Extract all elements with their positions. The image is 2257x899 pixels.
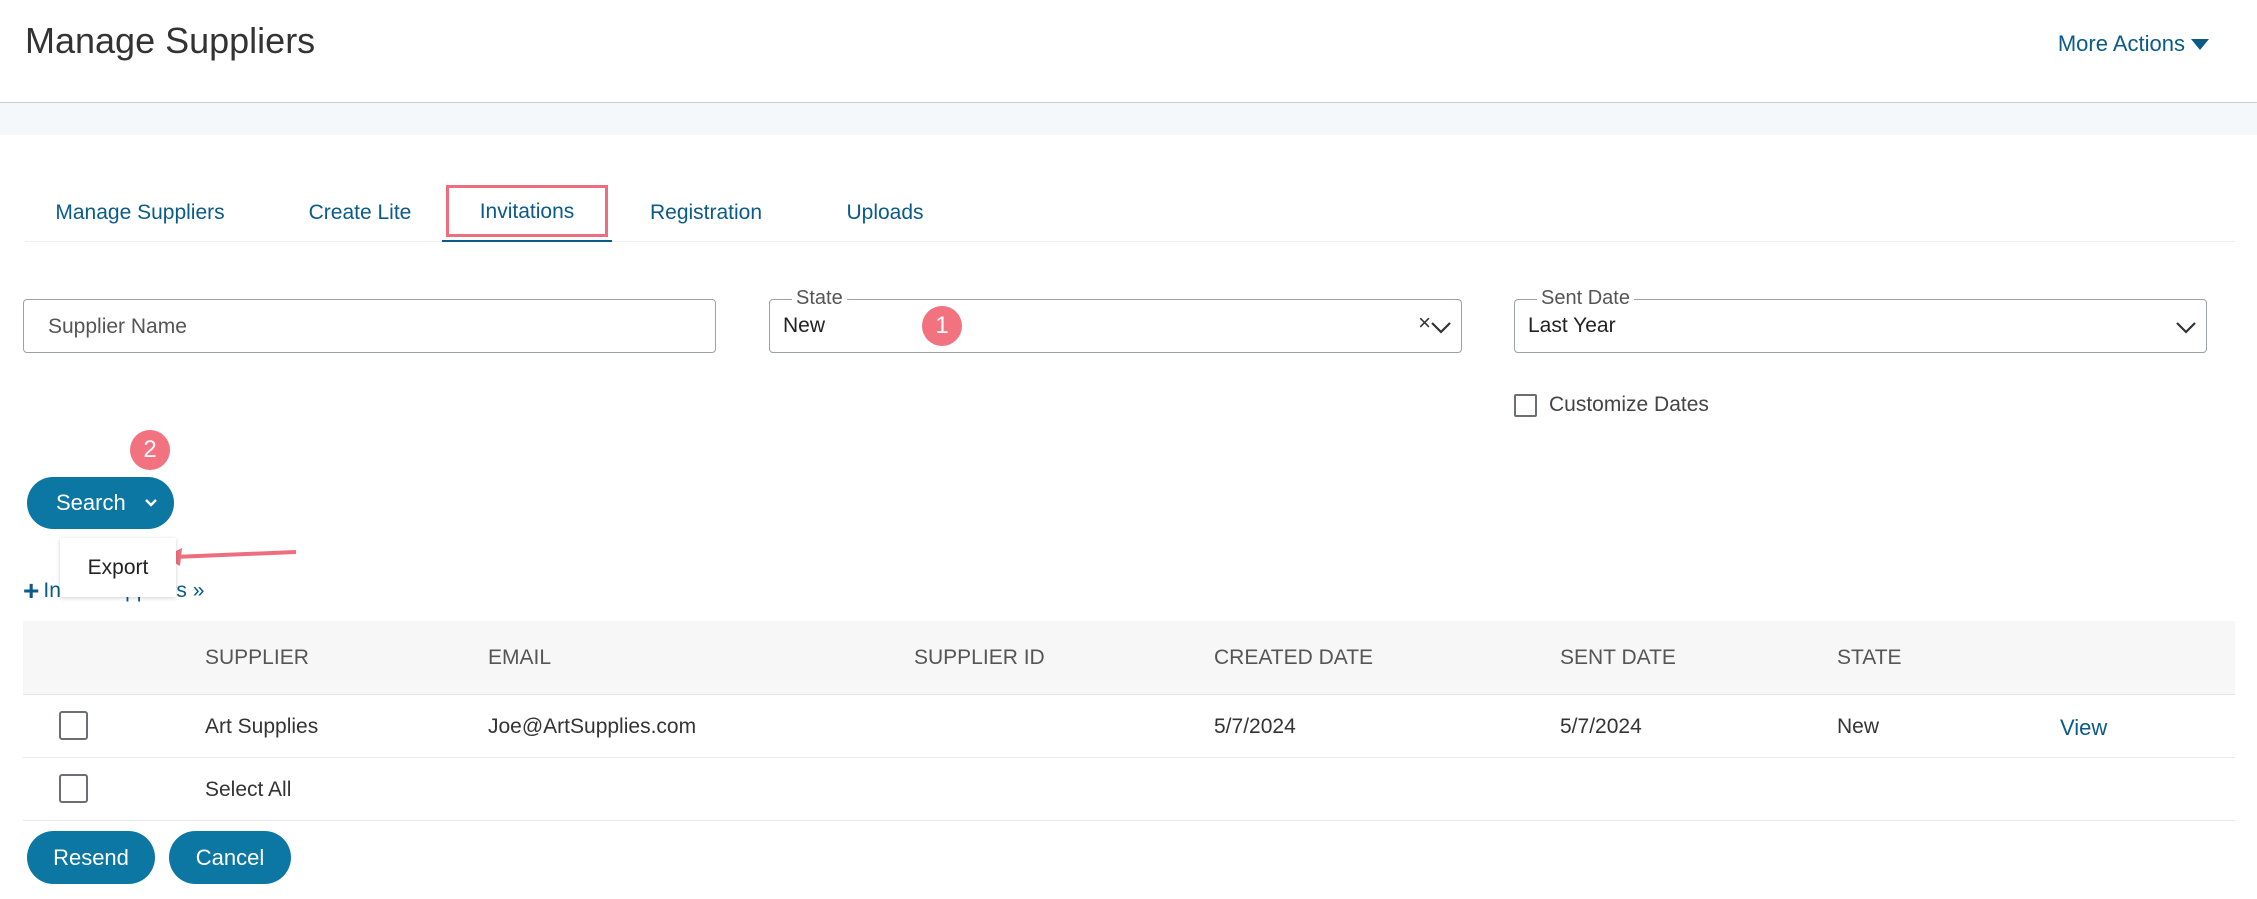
search-dropdown-toggle[interactable] [133,477,169,529]
page-title: Manage Suppliers [25,20,316,61]
customize-dates-checkbox[interactable] [1514,393,1537,417]
tab-label: Create Lite [308,200,412,224]
tab-manage-suppliers[interactable]: Manage Suppliers [45,183,235,242]
cancel-button[interactable]: Cancel [169,831,291,884]
row-checkbox[interactable] [59,711,88,740]
cell-created-date: 5/7/2024 [1214,715,1296,738]
cell-state: New [1837,715,1880,738]
plus-icon: + [23,575,40,606]
customize-dates-label: Customize Dates [1549,393,1709,416]
column-header-created-date: CREATED DATE [1214,646,1374,669]
cell-email: Joe@ArtSupplies.com [488,715,697,738]
select-all-row: Select All [23,758,2235,821]
tab-registration[interactable]: Registration [636,183,776,242]
resend-button[interactable]: Resend [27,831,155,884]
state-label: State [792,287,847,310]
tab-bar: Manage Suppliers Create Lite Invitations… [25,183,2235,242]
cell-sent-date: 5/7/2024 [1560,715,1642,738]
cell-supplier: Art Supplies [205,715,319,738]
tab-create-lite[interactable]: Create Lite [295,183,425,242]
sent-date-value: Last Year [1528,314,1616,337]
column-header-supplier-id: SUPPLIER ID [914,646,1045,669]
column-header-state: STATE [1837,646,1902,669]
step-badge-1: 1 [922,306,962,346]
pointer-arrow-icon [164,548,297,566]
search-split-button: Search [27,477,174,529]
step-badge-2: 2 [130,430,170,470]
supplier-name-placeholder: Supplier Name [48,315,187,338]
caret-down-icon [2191,38,2209,50]
tab-label: Manage Suppliers [55,200,225,224]
search-button[interactable]: Search [27,490,133,516]
tab-label: Registration [649,200,763,224]
column-header-sent-date: SENT DATE [1560,646,1676,669]
column-header-supplier: SUPPLIER [205,646,309,669]
tab-label: Invitations [479,199,575,223]
more-actions-menu[interactable]: More Actions [2058,31,2209,57]
tab-uploads[interactable]: Uploads [830,183,940,242]
table-row: Art Supplies Joe@ArtSupplies.com 5/7/202… [23,695,2235,758]
chevron-down-icon[interactable] [1428,314,1454,340]
table-header: SUPPLIER EMAIL SUPPLIER ID CREATED DATE … [23,621,2235,695]
column-header-email: EMAIL [488,646,552,669]
select-all-label: Select All [205,778,292,801]
header-band [0,104,2257,135]
tab-label: Uploads [846,200,924,224]
export-menu-item[interactable]: Export [60,538,176,597]
state-select[interactable]: State New × [769,287,1462,353]
sent-date-select[interactable]: Sent Date Last Year [1514,287,2207,353]
sent-date-label: Sent Date [1537,287,1634,310]
more-actions-label: More Actions [2057,31,2185,56]
tab-invitations[interactable]: Invitations [442,183,612,242]
supplier-name-input[interactable]: Supplier Name [23,299,716,353]
view-link[interactable]: View [2060,715,2107,741]
customize-dates-row: Customize Dates [1514,393,1709,417]
state-value: New [783,314,826,337]
chevron-down-icon[interactable] [2173,314,2199,340]
select-all-checkbox[interactable] [59,774,88,803]
chevron-down-icon [145,499,157,507]
page-header: Manage Suppliers More Actions [0,0,2257,103]
invitations-table: SUPPLIER EMAIL SUPPLIER ID CREATED DATE … [23,621,2235,821]
